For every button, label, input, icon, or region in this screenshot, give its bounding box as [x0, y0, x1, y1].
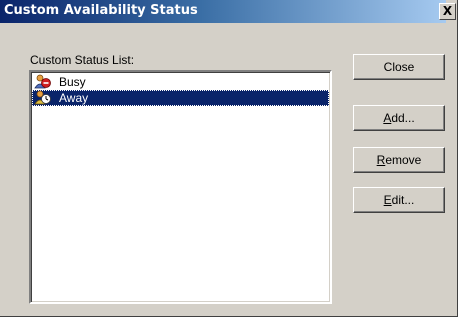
edit-button[interactable]: Edit... — [353, 187, 445, 213]
list-item-label: Away — [59, 91, 89, 105]
title-bar[interactable]: Custom Availability Status — [0, 0, 446, 23]
edit-accelerator: E — [383, 193, 392, 207]
window-title: Custom Availability Status — [4, 3, 198, 18]
custom-status-listbox[interactable]: Busy Away — [29, 70, 332, 304]
away-status-icon — [34, 90, 52, 106]
edit-label-rest: dit... — [391, 193, 415, 207]
list-item-label: Busy — [59, 75, 86, 89]
close-button[interactable]: Close — [353, 54, 445, 80]
add-label-rest: dd... — [391, 111, 415, 125]
custom-availability-status-dialog: Custom Availability Status X Custom Stat… — [0, 0, 458, 317]
remove-button[interactable]: Remove — [353, 147, 445, 173]
window-close-button[interactable]: X — [439, 3, 456, 20]
list-item-busy[interactable]: Busy — [32, 74, 329, 90]
remove-accelerator: R — [376, 153, 386, 167]
remove-label-rest: emove — [385, 153, 422, 167]
list-item-away[interactable]: Away — [32, 90, 329, 106]
busy-status-icon — [34, 74, 52, 90]
custom-status-list-label: Custom Status List: — [30, 53, 135, 67]
add-button[interactable]: Add... — [353, 105, 445, 131]
